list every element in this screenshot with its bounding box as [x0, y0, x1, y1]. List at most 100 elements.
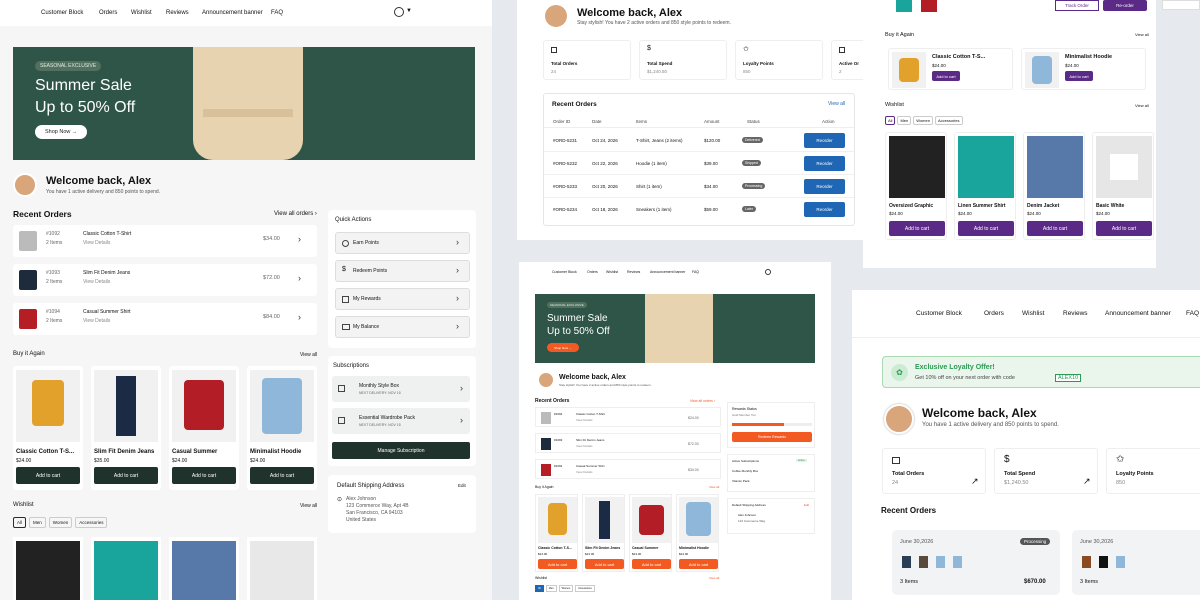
- quick-action-earn-points[interactable]: Earn Points ›: [335, 232, 470, 254]
- product-image: [1027, 136, 1083, 198]
- chevron-right-icon[interactable]: ›: [298, 234, 301, 244]
- wishlist-view-all[interactable]: View all: [1135, 103, 1149, 108]
- nav-item[interactable]: Wishlist: [1022, 310, 1044, 317]
- order-row[interactable]: #1094 Casual Summer Shirt View Details $…: [535, 459, 721, 479]
- user-menu-icon[interactable]: [765, 269, 771, 275]
- chevron-right-icon[interactable]: ›: [298, 273, 301, 283]
- chevron-right-icon[interactable]: ›: [298, 312, 301, 322]
- wishlist-card: [247, 537, 317, 600]
- add-to-cart-button[interactable]: Add to cart: [632, 559, 671, 569]
- nav-item[interactable]: Wishlist: [606, 270, 618, 274]
- nav-item[interactable]: Orders: [984, 310, 1004, 317]
- add-to-cart-button[interactable]: Add to cart: [1096, 221, 1152, 236]
- buy-again-view-all[interactable]: View all: [300, 352, 317, 358]
- filter-men[interactable]: Men: [897, 116, 912, 125]
- add-to-cart-button[interactable]: Add to cart: [94, 467, 158, 484]
- add-to-cart-button[interactable]: Add to cart: [16, 467, 80, 484]
- reorder-button[interactable]: Reorder: [804, 156, 845, 171]
- add-to-cart-button[interactable]: Add to cart: [172, 467, 236, 484]
- wishlist-view-all[interactable]: View all: [300, 503, 317, 509]
- add-to-cart-button[interactable]: Add to cart: [585, 559, 624, 569]
- nav-item[interactable]: FAQ: [271, 10, 283, 16]
- nav-item[interactable]: FAQ: [692, 270, 699, 274]
- quick-action-my-rewards[interactable]: My Rewards ›: [335, 288, 470, 310]
- add-to-cart-button[interactable]: Add to cart: [932, 71, 960, 81]
- nav-item[interactable]: Announcement banner: [650, 270, 685, 274]
- reorder-button[interactable]: Reorder: [804, 133, 845, 148]
- order-row[interactable]: #1094 2 Items Casual Summer Shirt View D…: [13, 303, 317, 335]
- filter-accessories[interactable]: Accessories: [934, 116, 963, 125]
- nav-item[interactable]: Announcement banner: [202, 10, 263, 16]
- filter-all[interactable]: All: [13, 517, 27, 528]
- order-card[interactable]: June 30,2026 Processing 3 Items $670.00: [892, 530, 1060, 595]
- subscription-item[interactable]: Essential Wardrobe Pack NEXT DELIVERY: N…: [332, 408, 470, 434]
- chevron-down-icon[interactable]: ▼: [406, 8, 412, 14]
- quick-action-my-balance[interactable]: My Balance ›: [335, 316, 470, 338]
- reorder-button[interactable]: Reorder: [804, 179, 845, 194]
- view-details-link[interactable]: View Details: [576, 470, 592, 474]
- subscription-item[interactable]: Vitamin Pack: [732, 479, 749, 483]
- redeem-rewards-button[interactable]: Redeem Rewards: [732, 432, 812, 442]
- shop-now-button[interactable]: Shop Now →: [547, 343, 579, 352]
- view-details-link[interactable]: View Details: [576, 418, 592, 422]
- subscription-item[interactable]: Monthly Style Box NEXT DELIVERY: NOV 15 …: [332, 376, 470, 402]
- buy-again-view-all[interactable]: View all: [709, 485, 719, 489]
- nav-item[interactable]: Reviews: [1063, 310, 1088, 317]
- add-to-cart-button[interactable]: Add to cart: [1027, 221, 1083, 236]
- nav-item[interactable]: Reviews: [166, 10, 189, 16]
- order-row[interactable]: #1092 Classic Cotton T-Shirt View Detail…: [535, 407, 721, 427]
- order-row[interactable]: #1092 2 Items Classic Cotton T-Shirt Vie…: [13, 225, 317, 257]
- filter-all[interactable]: All: [885, 116, 896, 125]
- filter-accessories[interactable]: Accessories: [575, 585, 595, 592]
- orders-view-all[interactable]: View all orders ›: [690, 399, 715, 403]
- add-to-cart-button[interactable]: Add to cart: [1065, 71, 1093, 81]
- arrow-icon[interactable]: ↗: [971, 476, 979, 487]
- reorder-button[interactable]: Re-order: [1103, 0, 1147, 11]
- order-card[interactable]: June 30,2026 3 Items: [1072, 530, 1200, 595]
- subscription-item[interactable]: Coffee Monthly Box: [732, 469, 758, 473]
- nav-item[interactable]: Customer Block: [41, 10, 83, 16]
- view-details-link[interactable]: View Details: [576, 444, 592, 448]
- arrow-icon[interactable]: ↗: [1083, 476, 1091, 487]
- buy-again-view-all[interactable]: View all: [1135, 32, 1149, 37]
- nav-item[interactable]: Reviews: [627, 270, 640, 274]
- filter-all[interactable]: All: [535, 585, 544, 592]
- add-to-cart-button[interactable]: Add to cart: [679, 559, 718, 569]
- filter-accessories[interactable]: Accessories: [75, 517, 108, 528]
- view-details-link[interactable]: View Details: [83, 240, 110, 246]
- nav-item[interactable]: Wishlist: [131, 10, 152, 16]
- view-all-orders-link[interactable]: View all orders ›: [274, 211, 317, 217]
- reorder-button[interactable]: Reorder: [804, 202, 845, 217]
- manage-subscription-button[interactable]: Manage Subscription: [332, 442, 470, 459]
- nav-item[interactable]: FAQ: [1186, 310, 1199, 317]
- add-to-cart-button[interactable]: Add to cart: [889, 221, 945, 236]
- view-details-link[interactable]: View Details: [83, 279, 110, 285]
- add-to-cart-button[interactable]: Add to cart: [958, 221, 1014, 236]
- quick-action-redeem-points[interactable]: $ Redeem Points ›: [335, 260, 470, 282]
- promo-code[interactable]: ALEX10: [1055, 374, 1082, 382]
- nav-item[interactable]: Customer Block: [552, 270, 577, 274]
- filter-men[interactable]: Men: [29, 517, 46, 528]
- wishlist-view-all[interactable]: View all: [709, 576, 719, 580]
- order-row[interactable]: #1093 Slim Fit Denim Jeans View Details …: [535, 433, 721, 453]
- shipping-card: Default Shipping Address Edit Alex Johns…: [727, 498, 815, 534]
- filter-women[interactable]: Women: [913, 116, 933, 125]
- add-to-cart-button[interactable]: Add to cart: [250, 467, 314, 484]
- filter-men[interactable]: Men: [545, 585, 557, 592]
- nav-item[interactable]: Customer Block: [916, 310, 962, 317]
- view-details-link[interactable]: View Details: [83, 318, 110, 324]
- user-menu-icon[interactable]: [394, 7, 404, 17]
- nav-item[interactable]: Announcement banner: [1105, 310, 1171, 317]
- filter-women[interactable]: Women: [558, 585, 574, 592]
- edit-address-link[interactable]: Edit: [804, 503, 809, 507]
- stat-card: Total Orders 24 ↗: [882, 448, 986, 494]
- nav-item[interactable]: Orders: [587, 270, 598, 274]
- nav-item[interactable]: Orders: [99, 10, 117, 16]
- filter-women[interactable]: Women: [48, 517, 73, 528]
- track-order-button[interactable]: Track Order: [1055, 0, 1099, 11]
- orders-view-all[interactable]: View all: [828, 101, 845, 107]
- edit-address-link[interactable]: Edit: [458, 483, 466, 488]
- order-row[interactable]: #1093 2 Items Slim Fit Denim Jeans View …: [13, 264, 317, 296]
- add-to-cart-button[interactable]: Add to cart: [538, 559, 577, 569]
- shop-now-button[interactable]: Shop Now →: [35, 125, 88, 139]
